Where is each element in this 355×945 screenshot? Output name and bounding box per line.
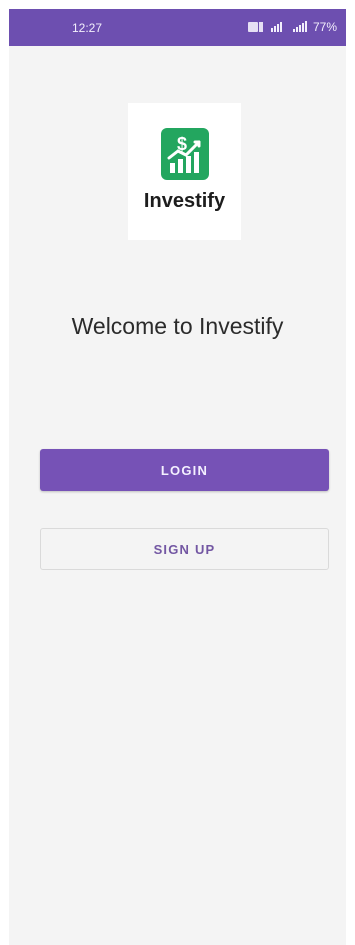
investment-growth-icon: $ <box>161 128 209 180</box>
battery-percentage: 77% <box>312 20 337 34</box>
logo-text: Investify <box>143 190 226 212</box>
app-screen: 12:27 77% $ Investify Welcome to Investi… <box>9 9 346 945</box>
welcome-title: Welcome to Investify <box>71 313 284 339</box>
signup-button[interactable]: SIGN UP <box>40 528 329 570</box>
mobile-data-icon <box>270 22 282 32</box>
status-icons: 77% <box>247 19 337 35</box>
status-bar: 12:27 77% <box>9 9 346 46</box>
login-button[interactable]: LOGIN <box>40 449 329 491</box>
volte-icon <box>247 22 263 32</box>
status-time: 12:27 <box>72 21 103 35</box>
signal-icon <box>292 21 307 32</box>
app-logo: $ Investify <box>128 103 241 240</box>
